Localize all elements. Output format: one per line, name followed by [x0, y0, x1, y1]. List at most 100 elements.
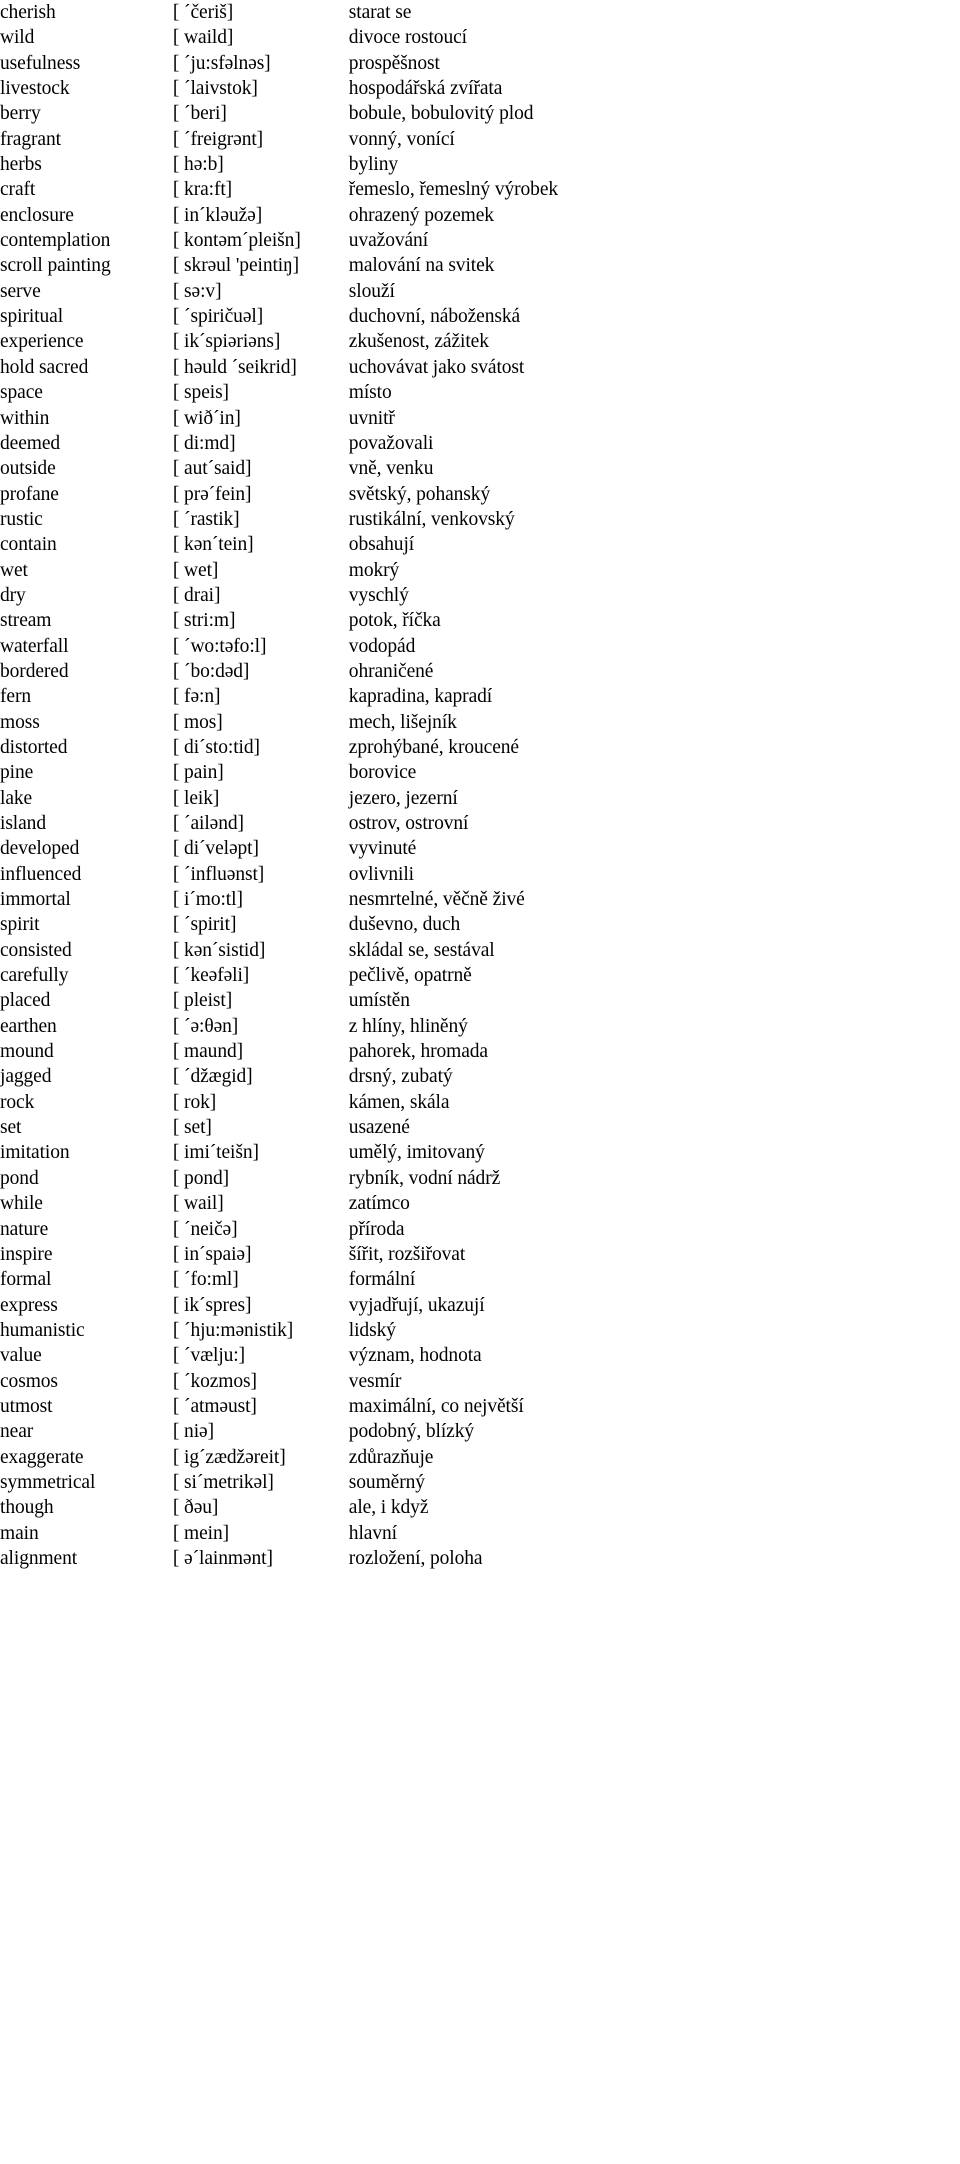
vocabulary-row: earthen [ ˊə:θən] z hlíny, hliněný [0, 1014, 960, 1039]
word-cell: utmost [0, 1395, 53, 1417]
vocabulary-row: rock [ rok] kámen, skála [0, 1090, 960, 1115]
word-cell: wet [0, 559, 28, 581]
vocabulary-row: wet [ wet] mokrý [0, 558, 960, 583]
translation-cell: byliny [348, 154, 399, 176]
word-cell: symmetrical [0, 1471, 96, 1493]
translation-cell: vesmír [348, 1370, 402, 1392]
vocabulary-row: outside [ autˊsaid] vně, venku [0, 456, 960, 481]
vocabulary-row: fragrant [ ˊfreigrənt] vonný, vonící [0, 127, 960, 152]
translation-cell: místo [348, 382, 392, 404]
translation-cell: rybník, vodní nádrž [348, 1167, 501, 1189]
vocabulary-row: waterfall [ ˊwo:təfo:l] vodopád [0, 634, 960, 659]
vocabulary-row: within [ wiðˊin] uvnitř [0, 406, 960, 431]
word-cell: cosmos [0, 1370, 58, 1392]
vocabulary-row: herbs [ hə:b] byliny [0, 152, 960, 177]
translation-cell: formální [348, 1269, 416, 1291]
word-cell: main [0, 1522, 39, 1544]
vocabulary-row: set [ set] usazené [0, 1115, 960, 1140]
translation-cell: bobule, bobulovitý plod [348, 103, 534, 125]
word-cell: livestock [0, 78, 70, 100]
phonetic-cell: [ inˊkləužə] [172, 204, 263, 226]
translation-cell: zatímco [348, 1193, 410, 1215]
word-cell: serve [0, 280, 41, 302]
vocabulary-row: while [ wail] zatímco [0, 1191, 960, 1216]
vocabulary-row: express [ ikˊspres] vyjadřují, ukazují [0, 1293, 960, 1318]
phonetic-cell: [ ˊspirit] [172, 914, 237, 936]
vocabulary-row: jagged [ ˊdžægid] drsný, zubatý [0, 1064, 960, 1089]
word-cell: developed [0, 838, 80, 860]
phonetic-cell: [ siˊmetrikəl] [172, 1471, 274, 1493]
translation-cell: drsný, zubatý [348, 1066, 453, 1088]
word-cell: craft [0, 179, 36, 201]
vocabulary-row: formal [ ˊfo:ml] formální [0, 1267, 960, 1292]
word-cell: moss [0, 711, 40, 733]
vocabulary-row: contain [ kənˊtein] obsahují [0, 532, 960, 557]
translation-cell: vně, venku [348, 458, 434, 480]
word-cell: nature [0, 1218, 49, 1240]
phonetic-cell: [ ˊspiričuəl] [172, 306, 264, 328]
phonetic-cell: [ rok] [172, 1091, 217, 1113]
phonetic-cell: [ mos] [172, 711, 223, 733]
vocabulary-row: enclosure [ inˊkləužə] ohrazený pozemek [0, 203, 960, 228]
phonetic-cell: [ ˊinfluənst] [172, 863, 265, 885]
phonetic-cell: [ diˊveləpt] [172, 838, 259, 860]
phonetic-cell: [ həuld ˊseikrid] [172, 356, 297, 378]
phonetic-cell: [ ˊatməust] [172, 1395, 257, 1417]
word-cell: earthen [0, 1015, 57, 1037]
phonetic-cell: [ speis] [172, 382, 229, 404]
translation-cell: hospodářská zvířata [348, 78, 503, 100]
vocabulary-row: immortal [ iˊmo:tl] nesmrtelné, věčně živé [0, 887, 960, 912]
vocabulary-row: distorted [ diˊsto:tid] zprohýbané, krouce… [0, 735, 960, 760]
word-cell: waterfall [0, 635, 69, 657]
phonetic-cell: [ set] [172, 1117, 212, 1139]
translation-cell: uvažování [348, 230, 429, 252]
word-cell: dry [0, 584, 26, 606]
word-cell: cherish [0, 2, 56, 23]
translation-cell: jezero, jezerní [348, 787, 458, 809]
vocabulary-row: profane [ prəˊfein] světský, pohanský [0, 482, 960, 507]
vocabulary-row: nature [ ˊneičə] příroda [0, 1217, 960, 1242]
translation-cell: zprohýbané, kroucené [348, 736, 519, 758]
word-cell: while [0, 1193, 43, 1215]
phonetic-cell: [ prəˊfein] [172, 483, 252, 505]
phonetic-cell: [ ˊfo:ml] [172, 1269, 239, 1291]
phonetic-cell: [ əˊlainmənt] [172, 1547, 273, 1569]
vocabulary-row: experience [ ikˊspiəriəns] zkušenost, záži… [0, 329, 960, 354]
phonetic-cell: [ ˊberi] [172, 103, 227, 125]
phonetic-cell: [ iˊmo:tl] [172, 889, 243, 911]
word-cell: island [0, 813, 46, 834]
phonetic-cell: [ ikˊspiəriəns] [172, 331, 281, 353]
word-cell: experience [0, 331, 84, 353]
word-cell: usefulness [0, 52, 81, 74]
word-cell: stream [0, 610, 52, 632]
phonetic-cell: [ ˊneičə] [172, 1218, 238, 1240]
word-cell: contemplation [0, 230, 111, 252]
translation-cell: z hlíny, hliněný [348, 1015, 468, 1037]
word-cell: placed [0, 990, 51, 1012]
word-cell: fragrant [0, 128, 61, 150]
phonetic-cell: [ ˊfreigrənt] [172, 128, 264, 150]
phonetic-cell: [ waild] [172, 27, 234, 49]
word-cell: formal [0, 1269, 52, 1291]
phonetic-cell: [ ˊvælju:] [172, 1345, 246, 1367]
translation-cell: umělý, imitovaný [348, 1142, 485, 1164]
vocabulary-row: bordered [ ˊbo:dəd] ohraničené [0, 659, 960, 684]
translation-cell: pahorek, hromada [348, 1041, 488, 1063]
translation-cell: vonný, vonící [348, 128, 455, 150]
word-cell: deemed [0, 432, 61, 454]
phonetic-cell: [ ˊju:sfəlnəs] [172, 52, 271, 74]
vocabulary-row: spiritual [ ˊspiričuəl] duchovní, nábožens… [0, 304, 960, 329]
translation-cell: světský, pohanský [348, 483, 491, 505]
word-cell: spiritual [0, 306, 64, 328]
vocabulary-row: fern [ fə:n] kapradina, kapradí [0, 684, 960, 709]
phonetic-cell: [ kra:ft] [172, 179, 233, 201]
phonetic-cell: [ wail] [172, 1193, 224, 1215]
vocabulary-row: livestock [ ˊlaivstok] hospodářská zvířata [0, 76, 960, 101]
vocabulary-row: usefulness [ ˊju:sfəlnəs] prospěšnost [0, 51, 960, 76]
vocabulary-row: scroll painting [ skrəul 'peintiŋ] malován… [0, 253, 960, 278]
vocabulary-table: cherish [ ˊčeriš] starat se wild [ waild] div… [0, 0, 960, 1571]
vocabulary-row: pond [ pond] rybník, vodní nádrž [0, 1166, 960, 1191]
vocabulary-row: exaggerate [ igˊzædžəreit] zdůrazňuje [0, 1445, 960, 1470]
phonetic-cell: [ ˊbo:dəd] [172, 660, 250, 682]
word-cell: imitation [0, 1142, 70, 1164]
